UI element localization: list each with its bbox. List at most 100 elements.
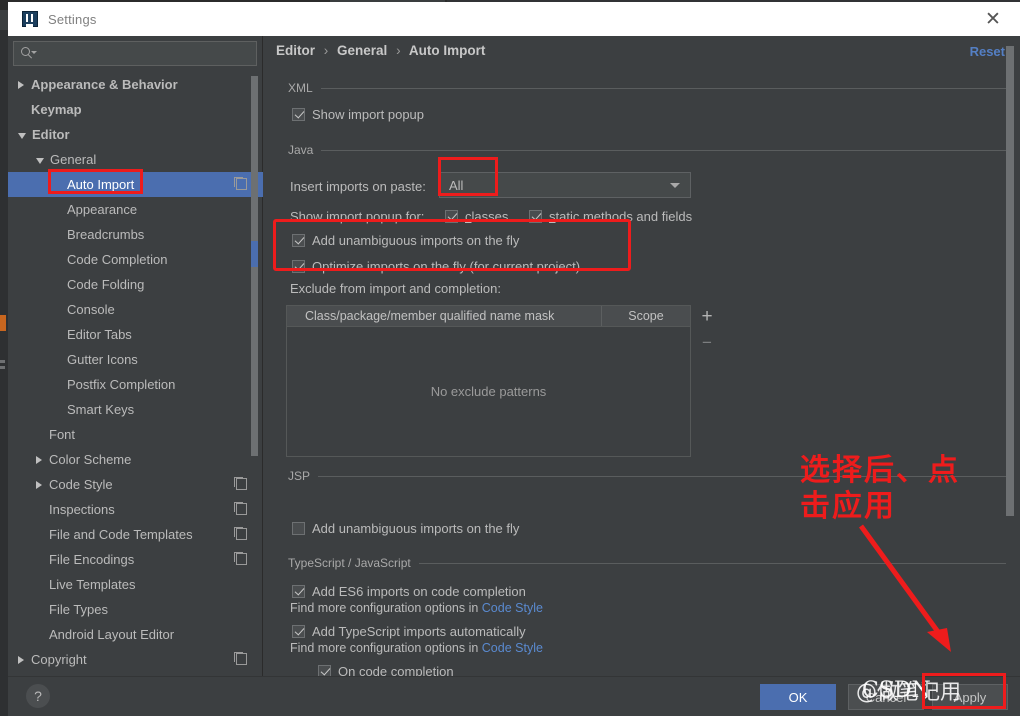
breadcrumb-separator-1: › (323, 43, 329, 58)
sidebar-item-font[interactable]: Font (8, 422, 263, 447)
chevron-right-icon[interactable] (36, 455, 42, 464)
group-header-xml: XML (288, 79, 1006, 97)
project-scope-badge-icon (234, 552, 247, 565)
sidebar-item-postfix-completion[interactable]: Postfix Completion (8, 372, 263, 397)
apply-button[interactable]: Apply (932, 684, 1008, 710)
group-label-jsp: JSP (288, 469, 311, 483)
sidebar-item-editor-tabs[interactable]: Editor Tabs (8, 322, 263, 347)
sidebar-item-label: File and Code Templates (49, 527, 193, 542)
breadcrumb-part-auto-import[interactable]: Auto Import (409, 43, 486, 58)
sidebar-item-label: Keymap (31, 102, 82, 117)
dialog-footer: ? OK Cancel Apply (8, 676, 1020, 716)
background-editor-sliver (0, 30, 8, 716)
sidebar-item-auto-import[interactable]: Auto Import (8, 172, 263, 197)
sidebar-item-copyright[interactable]: Copyright (8, 647, 263, 672)
checkbox-static-methods-and-fields[interactable]: static methods and fields (529, 205, 692, 227)
chevron-right-icon[interactable] (18, 655, 24, 664)
sidebar-item-file-encodings[interactable]: File Encodings (8, 547, 263, 572)
breadcrumb-part-general[interactable]: General (337, 43, 387, 58)
chevron-right-icon[interactable] (36, 480, 42, 489)
sidebar-item-general[interactable]: General (8, 147, 263, 172)
sidebar-item-editor[interactable]: Editor (8, 122, 263, 147)
breadcrumb-part-editor[interactable]: Editor (276, 43, 315, 58)
sidebar-item-label: Auto Import (67, 177, 135, 192)
sidebar-item-inspections[interactable]: Inspections (8, 497, 263, 522)
sliver-marker-1 (0, 360, 5, 363)
sidebar-item-console[interactable]: Console (8, 297, 263, 322)
add-pattern-button[interactable]: + (694, 303, 720, 329)
checkbox-icon[interactable] (318, 664, 331, 676)
sidebar-scrollbar-selection-marker (251, 241, 258, 267)
checkbox-icon[interactable] (292, 233, 305, 247)
group-header-jsp: JSP (288, 467, 1006, 485)
checkbox-icon[interactable] (292, 521, 305, 535)
sidebar-item-android-layout-editor[interactable]: Android Layout Editor (8, 622, 263, 647)
search-input[interactable] (40, 45, 256, 62)
group-header-typescript-javascript: TypeScript / JavaScript (288, 554, 1006, 572)
sidebar-item-smart-keys[interactable]: Smart Keys (8, 397, 263, 422)
checkbox-add-unambiguous-imports-jsp[interactable]: Add unambiguous imports on the fly (292, 517, 519, 539)
sidebar-item-label: Gutter Icons (67, 352, 138, 367)
table-column-header-mask[interactable]: Class/package/member qualified name mask (287, 306, 602, 326)
help-icon[interactable]: ? (26, 684, 50, 708)
checkbox-optimize-imports-on-the-fly[interactable]: Optimize imports on the fly (for current… (292, 255, 580, 277)
checkbox-label: Optimize imports on the fly (for current… (312, 258, 581, 274)
sidebar-item-file-and-code-templates[interactable]: File and Code Templates (8, 522, 263, 547)
sidebar-item-gutter-icons[interactable]: Gutter Icons (8, 347, 263, 372)
sidebar-item-label: File Types (49, 602, 109, 617)
chevron-down-icon[interactable] (18, 132, 26, 139)
sidebar-item-appearance[interactable]: Appearance (8, 197, 263, 222)
sidebar-item-color-scheme[interactable]: Color Scheme (8, 447, 263, 472)
code-style-link-2[interactable]: Code Style (482, 641, 543, 655)
checkbox-xml-show-import-popup[interactable]: Show import popup (292, 103, 424, 125)
checkbox-icon[interactable] (292, 107, 305, 121)
sidebar-item-label: Font (49, 427, 76, 442)
checkbox-add-typescript-imports[interactable]: Add TypeScript imports automatically (292, 620, 526, 642)
code-style-link-1[interactable]: Code Style (482, 601, 543, 615)
sidebar-item-label: General (50, 152, 97, 167)
checkbox-classes[interactable]: classes (445, 205, 508, 227)
checkbox-icon[interactable] (292, 624, 305, 638)
sidebar-item-label: Code Style (49, 477, 113, 492)
close-icon[interactable]: ✕ (980, 8, 1006, 30)
title-bar: Settings ✕ (8, 2, 1020, 36)
checkbox-icon[interactable] (529, 209, 542, 223)
checkbox-icon[interactable] (292, 259, 305, 273)
checkbox-add-es6-imports[interactable]: Add ES6 imports on code completion (292, 580, 526, 602)
table-column-header-scope[interactable]: Scope (602, 306, 690, 326)
hint-prefix-1: Find more configuration options in (290, 601, 482, 615)
table-action-buttons: + − (694, 303, 720, 355)
reset-link[interactable]: Reset (970, 44, 1005, 59)
chevron-down-icon[interactable] (36, 157, 44, 164)
group-header-java: Java (288, 141, 1006, 159)
sidebar-item-code-style[interactable]: Code Style (8, 472, 263, 497)
ok-button[interactable]: OK (760, 684, 836, 710)
search-box[interactable] (13, 41, 257, 66)
sidebar-item-code-completion[interactable]: Code Completion (8, 247, 263, 272)
chevron-right-icon[interactable] (18, 80, 24, 89)
sidebar-item-live-templates[interactable]: Live Templates (8, 572, 263, 597)
sidebar-item-code-folding[interactable]: Code Folding (8, 272, 263, 297)
sidebar-scrollbar-track[interactable] (251, 74, 258, 670)
checkbox-icon[interactable] (292, 584, 305, 598)
cancel-button[interactable]: Cancel (848, 684, 924, 710)
sidebar-item-label: Smart Keys (67, 402, 135, 417)
sidebar-item-appearance-behavior[interactable]: Appearance & Behavior (8, 72, 263, 97)
sidebar-scrollbar-thumb[interactable] (251, 76, 258, 456)
checkbox-label: static methods and fields (549, 209, 692, 224)
table-empty-message: No exclude patterns (430, 384, 547, 399)
insert-imports-on-paste-dropdown[interactable]: All (439, 172, 691, 198)
sidebar-item-keymap[interactable]: Keymap (8, 97, 263, 122)
settings-tree[interactable]: Appearance & Behavior Keymap Editor General… (8, 72, 263, 676)
checkbox-add-unambiguous-imports-java[interactable]: Add unambiguous imports on the fly (292, 229, 519, 251)
sidebar-item-file-types[interactable]: File Types (8, 597, 263, 622)
exclude-patterns-table[interactable]: Class/package/member qualified name mask… (286, 305, 691, 457)
sidebar-item-label: Copyright (31, 652, 87, 667)
checkbox-icon[interactable] (445, 209, 458, 223)
remove-pattern-button[interactable]: − (694, 329, 720, 355)
sidebar-item-breadcrumbs[interactable]: Breadcrumbs (8, 222, 263, 247)
settings-dialog: Settings ✕ Appearance & Behavior Keymap Ed… (0, 0, 1020, 716)
checkbox-label-rest: tatic methods and fields (555, 208, 693, 224)
content-scrollbar-thumb[interactable] (1006, 46, 1014, 516)
checkbox-on-code-completion[interactable]: On code completion (318, 660, 454, 676)
